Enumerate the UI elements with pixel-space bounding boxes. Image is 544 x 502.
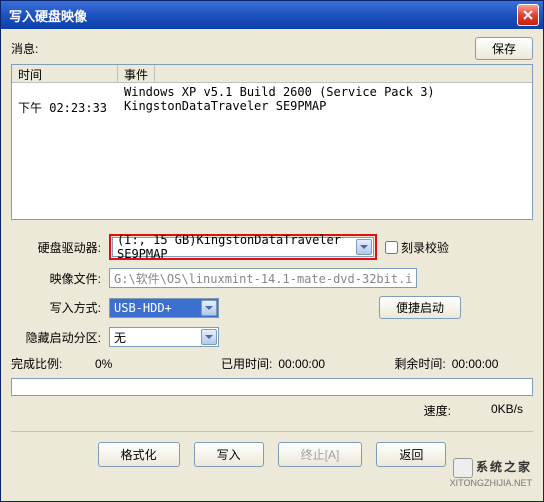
progress-bar [11,378,533,396]
done-label: 完成比例: [11,355,89,372]
message-label: 消息: [11,40,38,57]
col-time[interactable]: 时间 [12,65,118,82]
hidden-partition-label: 隐藏启动分区: [11,329,109,346]
hidden-value: 无 [114,329,126,346]
abort-button: 终止[A] [278,442,363,467]
close-button[interactable] [517,4,539,26]
window-title: 写入硬盘映像 [9,6,87,25]
done-value: 0% [95,357,215,371]
format-button[interactable]: 格式化 [98,442,180,467]
log-time: 下午 02:23:33 [16,99,122,116]
drive-label: 硬盘驱动器: [11,239,109,256]
write-mode-select[interactable]: USB-HDD+ [109,298,219,318]
drive-value: (I:, 15 GB)KingstonDataTraveler SE9PMAP [117,233,371,261]
speed-label: 速度: [424,402,451,419]
hidden-partition-select[interactable]: 无 [109,327,219,347]
image-label: 映像文件: [11,270,109,287]
remain-value: 00:00:00 [452,357,499,371]
log-row: Windows XP v5.1 Build 2600 (Service Pack… [16,85,528,99]
write-mode-value: USB-HDD+ [114,301,172,315]
speed-value: 0KB/s [491,402,523,419]
log-event: KingstonDataTraveler SE9PMAP [122,99,528,116]
write-mode-label: 写入方式: [11,299,109,316]
col-event[interactable]: 事件 [118,65,155,82]
elapsed-label: 已用时间: [221,355,272,372]
log-event: Windows XP v5.1 Build 2600 (Service Pack… [122,85,528,99]
drive-select[interactable]: (I:, 15 GB)KingstonDataTraveler SE9PMAP [112,237,374,257]
chevron-down-icon[interactable] [356,239,372,255]
titlebar: 写入硬盘映像 [1,1,543,29]
chevron-down-icon[interactable] [201,300,217,316]
remain-label: 剩余时间: [394,355,445,372]
log-time [16,85,122,99]
image-path-input[interactable] [109,268,417,288]
close-icon [523,10,533,20]
elapsed-value: 00:00:00 [278,357,388,371]
save-button[interactable]: 保存 [475,37,533,60]
verify-checkbox-input[interactable] [385,241,398,254]
back-button[interactable]: 返回 [376,442,446,467]
log-listview[interactable]: 时间 事件 Windows XP v5.1 Build 2600 (Servic… [11,64,533,220]
log-header: 时间 事件 [12,65,532,83]
verify-checkbox[interactable]: 刻录校验 [385,239,449,256]
chevron-down-icon[interactable] [201,329,217,345]
quick-boot-button[interactable]: 便捷启动 [379,296,461,319]
highlight-box: (I:, 15 GB)KingstonDataTraveler SE9PMAP [109,234,377,260]
write-button[interactable]: 写入 [194,442,264,467]
log-row: 下午 02:23:33 KingstonDataTraveler SE9PMAP [16,99,528,116]
verify-label: 刻录校验 [401,239,449,256]
